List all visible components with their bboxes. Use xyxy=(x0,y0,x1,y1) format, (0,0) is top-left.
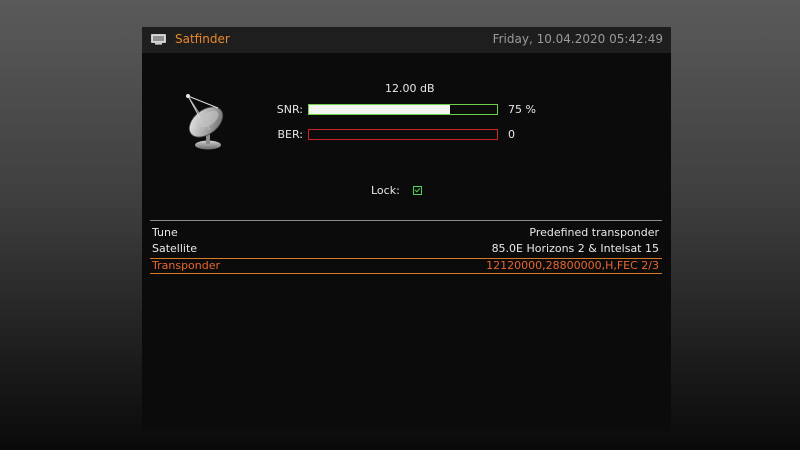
menu-row-satellite[interactable]: Satellite 85.0E Horizons 2 & Intelsat 15 xyxy=(150,241,662,257)
menu-row-transponder[interactable]: Transponder 12120000,28800000,H,FEC 2/3 xyxy=(150,258,662,274)
snr-db-value: 12.00 dB xyxy=(385,82,435,95)
snr-meter-fill xyxy=(309,105,450,114)
menu-row-value: Predefined transponder xyxy=(529,226,659,239)
tv-icon xyxy=(151,34,166,45)
lock-label: Lock: xyxy=(371,184,400,197)
satfinder-window: Satfinder Friday, 10.04.2020 05:42:49 12… xyxy=(142,27,671,431)
menu-row-label: Satellite xyxy=(152,242,198,255)
menu-row-label: Tune xyxy=(152,226,178,239)
window-title: Satfinder xyxy=(175,32,230,46)
ber-value: 0 xyxy=(508,128,515,141)
ber-label: BER: xyxy=(277,128,303,141)
menu-row-label: Transponder xyxy=(152,259,221,272)
snr-percent: 75 % xyxy=(508,103,536,116)
ber-meter xyxy=(308,129,498,140)
snr-meter xyxy=(308,104,498,115)
menu-divider xyxy=(150,220,662,221)
menu-row-tune[interactable]: Tune Predefined transponder xyxy=(150,225,662,241)
satellite-dish-icon xyxy=(186,94,224,150)
date-time: Friday, 10.04.2020 05:42:49 xyxy=(492,32,663,46)
menu-row-value: 85.0E Horizons 2 & Intelsat 15 xyxy=(491,242,659,255)
snr-label: SNR: xyxy=(276,103,303,116)
title-bar: Satfinder Friday, 10.04.2020 05:42:49 xyxy=(142,27,671,53)
menu-row-value: 12120000,28800000,H,FEC 2/3 xyxy=(486,259,659,272)
lock-checkbox-icon xyxy=(413,186,422,195)
